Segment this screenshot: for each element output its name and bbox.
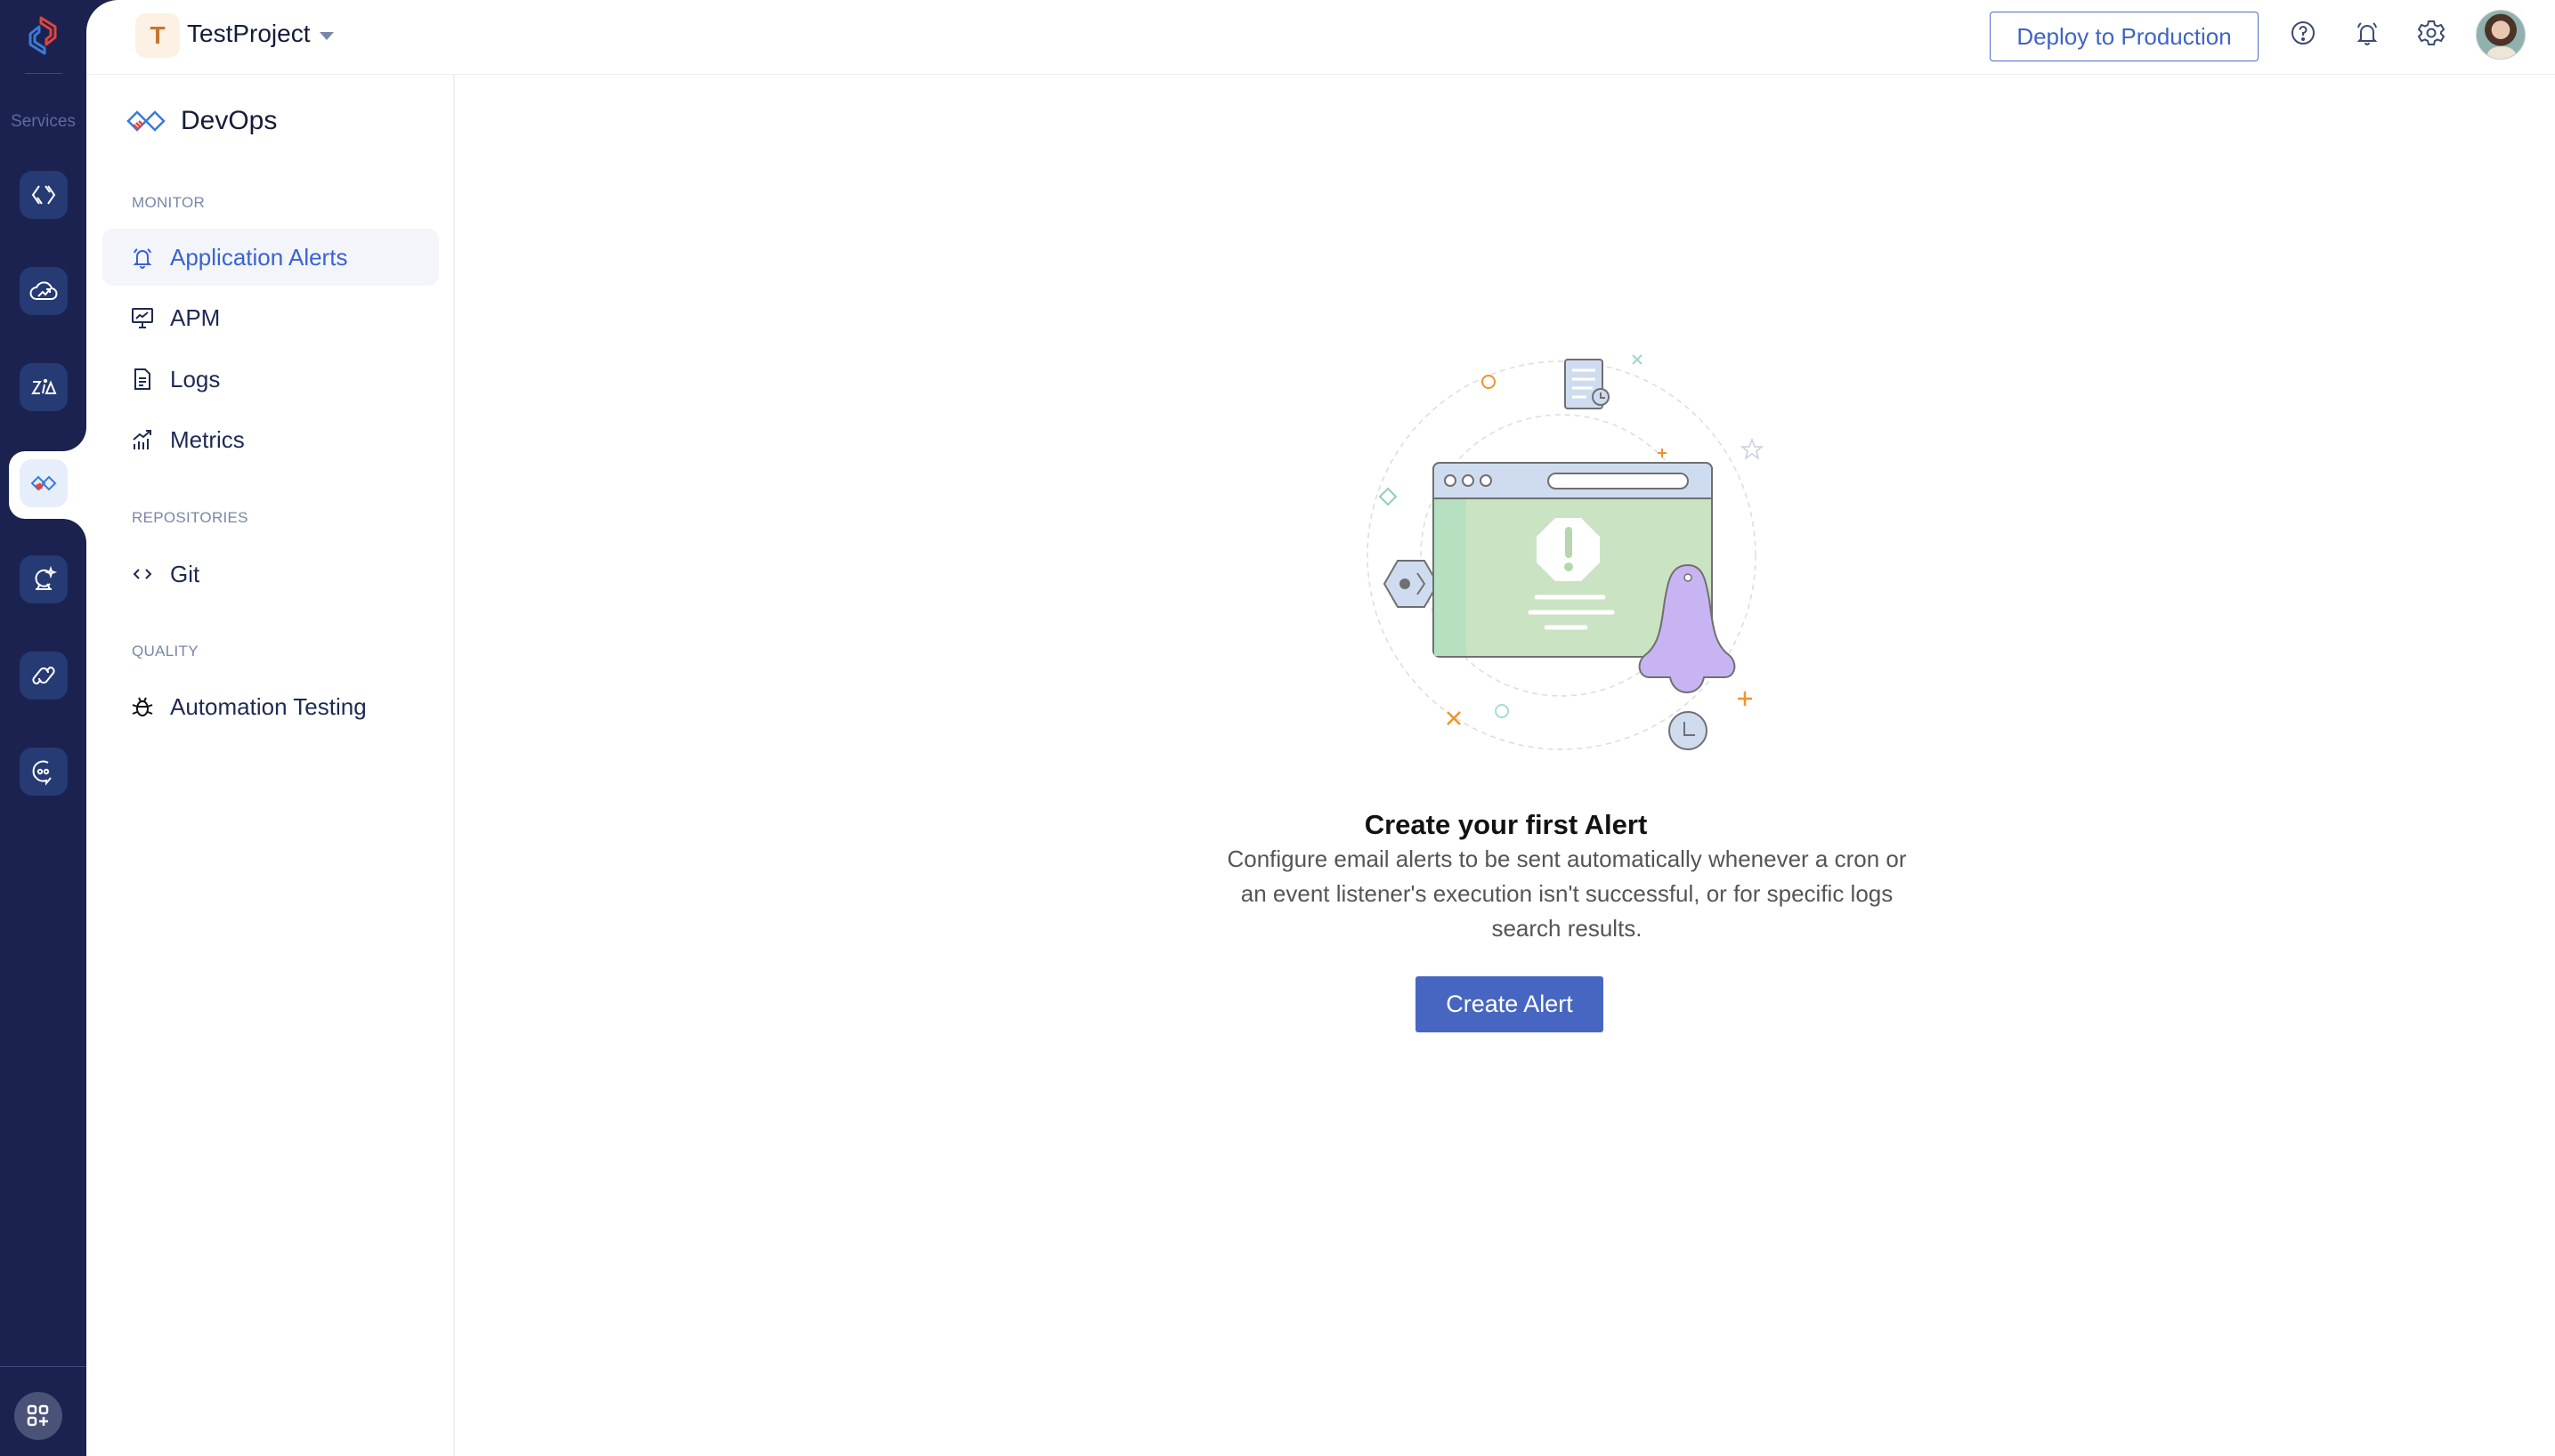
code-icon [129,561,156,587]
bug-icon [129,693,156,720]
document-clock-icon [1564,359,1610,409]
bar-chart-icon [129,426,156,453]
link-icon [32,666,55,685]
sparkle-circle-icon [1481,375,1496,389]
rail-item-zia[interactable] [20,363,68,411]
help-icon[interactable] [2287,17,2319,49]
chat-bubble-icon [32,760,52,786]
rail-divider [0,1366,86,1367]
user-avatar[interactable] [2476,10,2526,60]
rail-item-devops[interactable] [20,459,68,507]
hexagon-code-icon [1383,560,1440,608]
rail-divider [25,73,62,74]
rail-item-chat[interactable] [20,748,68,796]
sparkle-star-icon [1740,437,1764,460]
empty-state-description: Configure email alerts to be sent automa… [1227,845,1907,942]
deploy-to-production-button[interactable]: Deploy to Production [1990,12,2259,61]
document-icon [129,366,156,392]
clock-illustration [1668,711,1707,750]
sidebar-item-label: Automation Testing [170,692,367,720]
monitor-chart-icon [129,304,156,331]
project-dropdown-caret-icon[interactable] [320,32,334,40]
crystal-ball-icon [35,565,58,590]
sparkle-plus-icon [1738,692,1752,706]
sidebar-item-apm[interactable]: APM [102,289,439,346]
devops-icon [30,475,57,491]
sidebar-item-metrics[interactable]: Metrics [102,411,439,468]
sparkle-x-icon [1632,354,1642,365]
sparkle-circle-icon [1495,704,1509,718]
project-avatar[interactable]: T [135,13,180,58]
section-quality: QUALITY [132,643,199,659]
sparkle-plus-icon [1658,449,1667,457]
project-name[interactable]: TestProject [187,20,311,48]
zia-icon [31,378,57,394]
rail-item-integrations[interactable] [20,651,68,700]
main-content: Create your first Alert Configure email … [457,75,2555,1456]
sidebar-item-label: Git [170,560,200,587]
rail-item-cloud-scale[interactable] [20,267,68,315]
sidebar-item-label: Metrics [170,425,245,453]
sidebar-item-application-alerts[interactable]: Application Alerts [102,229,439,286]
service-rail: Services [0,0,107,1456]
devops-logo-icon [126,110,166,132]
alert-illustration [1367,354,1764,750]
sidebar-item-git[interactable]: Git [102,546,439,603]
create-alert-button[interactable]: Create Alert [1415,976,1603,1032]
rail-active-notch [62,519,86,543]
devops-sidebar: DevOps MONITOR Application Alerts APM Lo… [86,75,455,1456]
catalyst-logo-icon[interactable] [21,12,66,59]
section-repositories: REPOSITORIES [132,509,248,526]
sidebar-title-text: DevOps [181,106,278,135]
code-brackets-icon [31,185,56,205]
gear-icon[interactable] [2415,17,2447,49]
sparkle-diamond-icon [1378,487,1398,506]
apps-add-button[interactable] [14,1392,62,1440]
apps-add-icon [27,1404,49,1427]
sidebar-item-label: Logs [170,365,221,392]
services-label: Services [11,112,76,131]
bell-icon [129,244,156,271]
sidebar-item-automation-testing[interactable]: Automation Testing [102,678,439,735]
top-header: T TestProject Deploy to Production [86,0,2555,75]
bell-icon[interactable] [2351,17,2383,49]
rail-item-code-studio[interactable] [20,171,68,219]
sidebar-item-logs[interactable]: Logs [102,351,439,408]
section-monitor: MONITOR [132,194,206,211]
sidebar-title: DevOps [126,106,277,136]
sidebar-item-label: Application Alerts [170,243,348,271]
cloud-trend-icon [29,281,58,300]
rail-item-ai-services[interactable] [20,555,68,603]
empty-state-title: Create your first Alert [1364,809,1648,840]
rail-active-notch [62,427,86,451]
app-surface: T TestProject Deploy to Production DevOp… [86,0,2555,1456]
sidebar-item-label: APM [170,303,221,331]
sparkle-x-icon [1447,711,1461,725]
